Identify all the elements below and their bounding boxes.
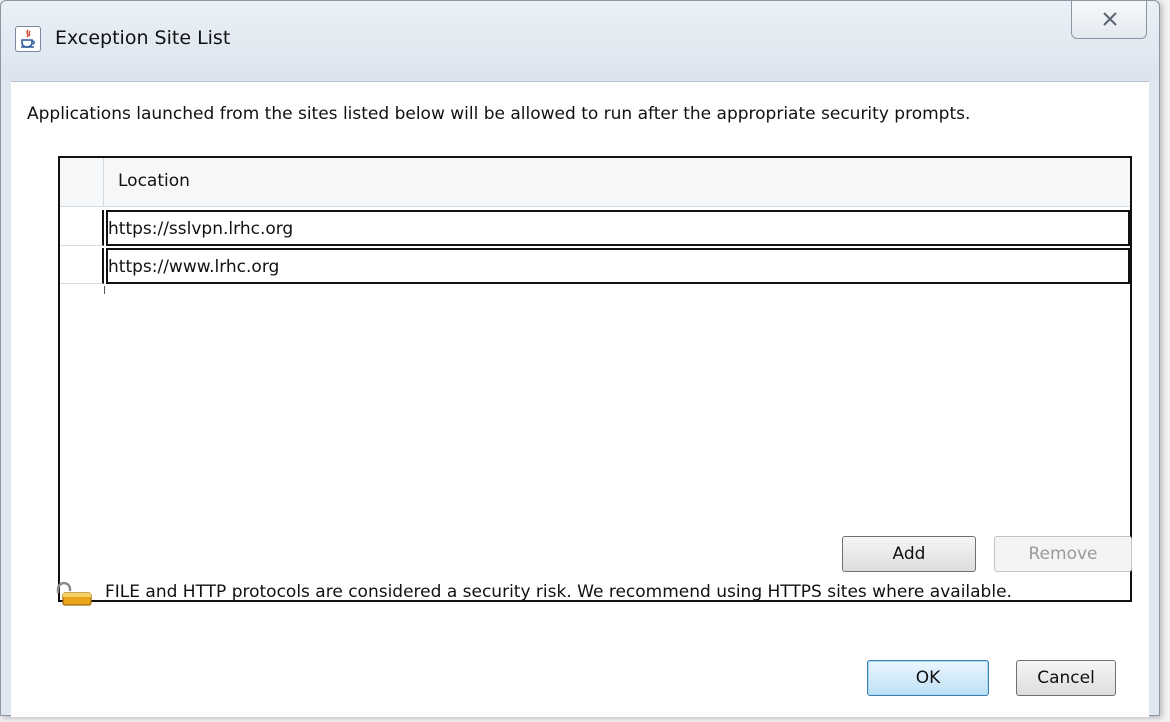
remove-button[interactable]: Remove xyxy=(994,536,1132,572)
table-row[interactable]: https://sslvpn.lrhc.org xyxy=(60,210,1130,246)
title-bar[interactable]: Exception Site List xyxy=(1,1,1159,81)
location-column-header[interactable]: Location xyxy=(118,171,190,191)
row-stub xyxy=(60,210,104,246)
ok-button[interactable]: OK xyxy=(867,660,989,696)
location-cell[interactable]: https://www.lrhc.org xyxy=(106,248,1130,284)
description-text: Applications launched from the sites lis… xyxy=(27,104,971,124)
close-icon xyxy=(1103,12,1117,26)
column-divider xyxy=(104,286,105,294)
table-row[interactable]: https://www.lrhc.org xyxy=(60,248,1130,284)
cancel-button[interactable]: Cancel xyxy=(1016,660,1116,696)
java-icon xyxy=(15,26,41,52)
exception-site-list-dialog: Exception Site List Applications launche… xyxy=(0,0,1160,717)
window-title: Exception Site List xyxy=(55,27,231,49)
padlock-icon xyxy=(53,581,93,610)
security-warning-text: FILE and HTTP protocols are considered a… xyxy=(105,582,1012,602)
dialog-content: Applications launched from the sites lis… xyxy=(11,81,1149,717)
row-stub xyxy=(60,248,104,284)
table-header: Location xyxy=(60,158,1130,207)
add-button[interactable]: Add xyxy=(842,536,976,572)
close-button[interactable] xyxy=(1071,1,1147,39)
location-cell[interactable]: https://sslvpn.lrhc.org xyxy=(106,210,1130,246)
header-corner xyxy=(60,158,104,206)
